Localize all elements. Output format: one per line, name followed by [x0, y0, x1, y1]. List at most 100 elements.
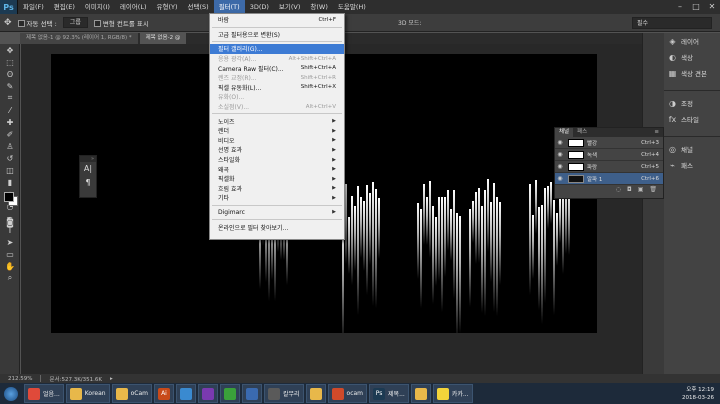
taskbar-button[interactable]: 카카...	[432, 384, 473, 403]
menu-item[interactable]: 편집(E)	[49, 0, 80, 14]
filter-menu-item[interactable]: 필터 갤러리(G)...	[210, 44, 344, 54]
document-tab-active[interactable]: 제목 없음-2 @	[139, 33, 187, 44]
taskbar-button[interactable]: 칼무리	[263, 384, 304, 403]
lasso-tool-icon[interactable]: ʘ	[0, 68, 20, 80]
filter-menu-item[interactable]: 선명 효과 ▶	[210, 145, 344, 155]
taskbar-button[interactable]	[175, 384, 196, 403]
system-clock[interactable]: 오후 12:19 2018-03-26	[682, 386, 720, 402]
close-button[interactable]: ✕	[704, 0, 720, 14]
filter-menu-item[interactable]: 바람 Ctrl+F	[210, 15, 344, 25]
menu-item[interactable]: 이미지(I)	[80, 0, 115, 14]
taskbar-button[interactable]: Korean	[65, 384, 110, 403]
move-tool-icon[interactable]: ✥	[4, 18, 12, 28]
zoom-level[interactable]: 212.59%	[8, 376, 32, 382]
shape-tool-icon[interactable]: ▭	[0, 248, 20, 260]
filter-menu-item[interactable]: 왜곡 ▶	[210, 164, 344, 174]
gradient-tool-icon[interactable]: ▮	[0, 176, 20, 188]
taskbar-button[interactable]: 얼음...	[24, 384, 64, 403]
panel-item[interactable]: ◎ 채널	[664, 141, 720, 157]
paragraph-icon[interactable]: ¶	[80, 176, 96, 190]
menu-item[interactable]: 도움말(H)	[333, 0, 371, 14]
move-tool-icon[interactable]: ✥	[0, 44, 20, 56]
filter-menu-item[interactable]: 렌더 ▶	[210, 126, 344, 136]
filter-menu-item[interactable]: Camera Raw 필터(C)... Shift+Ctrl+A	[210, 63, 344, 73]
visibility-eye-icon[interactable]: ◉	[555, 139, 565, 146]
stamp-tool-icon[interactable]: ♙	[0, 140, 20, 152]
tab-paths[interactable]: 패스	[573, 128, 591, 137]
filter-menu-item[interactable]: 픽셀 유동화(L)... Shift+Ctrl+X	[210, 83, 344, 93]
filter-menu-item[interactable]: 온라인으로 필터 찾아보기...	[210, 222, 344, 232]
healing-tool-icon[interactable]: ✚	[0, 116, 20, 128]
channel-row[interactable]: ◉ 알파 1 Ctrl+6	[555, 173, 663, 185]
delete-channel-icon[interactable]: 🗑	[649, 185, 657, 194]
filter-menu-item[interactable]: 비디오 ▶	[210, 136, 344, 146]
quick-select-tool-icon[interactable]: ✎	[0, 80, 20, 92]
eraser-tool-icon[interactable]: ◫	[0, 164, 20, 176]
taskbar-button[interactable]: oCam	[111, 384, 152, 403]
taskbar-button[interactable]	[241, 384, 262, 403]
eyedropper-tool-icon[interactable]: ⁄	[0, 104, 20, 116]
taskbar-button[interactable]: Ps 제목...	[369, 384, 409, 403]
menu-item[interactable]: 필터(T)	[213, 0, 245, 14]
minimize-button[interactable]: –	[672, 0, 688, 14]
visibility-eye-icon[interactable]: ◉	[555, 151, 565, 158]
character-icon[interactable]: A|	[80, 162, 96, 176]
filter-menu-item[interactable]: 픽셀화 ▶	[210, 174, 344, 184]
menu-item[interactable]: 파일(F)	[18, 0, 49, 14]
channel-row[interactable]: ◉ 파랑 Ctrl+5	[555, 161, 663, 173]
auto-select-checkbox[interactable]	[17, 20, 25, 27]
taskbar-button[interactable]	[410, 384, 431, 403]
zoom-tool-icon[interactable]: ⌕	[0, 272, 20, 284]
taskbar-button[interactable]	[197, 384, 218, 403]
transform-controls-checkbox[interactable]	[93, 20, 101, 27]
maximize-button[interactable]: □	[688, 0, 704, 14]
load-selection-icon[interactable]: ◌	[616, 185, 621, 194]
menu-item[interactable]: 3D(D)	[245, 0, 274, 14]
auto-select-dropdown[interactable]: 그룹	[62, 17, 88, 28]
menu-item[interactable]: 레이어(L)	[115, 0, 152, 14]
taskbar-button[interactable]	[305, 384, 326, 403]
wind-streak	[481, 206, 483, 313]
taskbar-button[interactable]: Ai	[153, 384, 174, 403]
panel-item[interactable]: fx 스타일	[664, 111, 720, 127]
filter-menu-item[interactable]: 노이즈 ▶	[210, 116, 344, 126]
wind-streak	[363, 200, 365, 271]
taskbar-button[interactable]: ocam	[327, 384, 368, 403]
new-channel-icon[interactable]: ▣	[638, 185, 644, 194]
channel-row[interactable]: ◉ 녹색 Ctrl+4	[555, 149, 663, 161]
visibility-eye-icon[interactable]: ◉	[555, 163, 565, 170]
foreground-color-swatch[interactable]	[4, 192, 14, 202]
filter-menu-item[interactable]: Digimarc ▶	[210, 208, 344, 218]
hand-tool-icon[interactable]: ✋	[0, 260, 20, 272]
filter-menu-item[interactable]: 기타 ▶	[210, 193, 344, 203]
panel-menu-icon[interactable]: ≡	[650, 128, 663, 137]
status-arrow-icon[interactable]: ▸	[110, 376, 113, 382]
panel-item[interactable]: ▦ 색상 견본	[664, 65, 720, 81]
panel-item[interactable]: ⌁ 패스	[664, 157, 720, 173]
crop-tool-icon[interactable]: ⌗	[0, 92, 20, 104]
taskbar-button[interactable]	[219, 384, 240, 403]
workspace-dropdown[interactable]: 필수	[632, 17, 712, 29]
start-button[interactable]	[0, 383, 22, 404]
document-tab[interactable]: 제목 없음-1 @ 92.3% (레이어 1, RGB/8) *	[20, 33, 138, 44]
quick-mask-icon[interactable]: ◙	[0, 216, 20, 228]
menu-item[interactable]: 선택(S)	[183, 0, 214, 14]
marquee-tool-icon[interactable]: ⬚	[0, 56, 20, 68]
history-brush-icon[interactable]: ↺	[0, 152, 20, 164]
filter-menu-item[interactable]: 고급 필터용으로 변환(S)	[210, 30, 344, 40]
filter-menu-item[interactable]: 흐림 효과 ▶	[210, 184, 344, 194]
tab-channels[interactable]: 채널	[555, 128, 574, 137]
menu-item[interactable]: 창(W)	[305, 0, 332, 14]
menu-item[interactable]: 유형(Y)	[152, 0, 183, 14]
channel-row[interactable]: ◉ 빨강 Ctrl+3	[555, 137, 663, 149]
visibility-eye-icon[interactable]: ◉	[555, 175, 565, 182]
wind-streak	[450, 208, 452, 261]
panel-item[interactable]: ◑ 조정	[664, 95, 720, 111]
path-select-tool-icon[interactable]: ➤	[0, 236, 20, 248]
filter-menu-item[interactable]: 스타일화 ▶	[210, 155, 344, 165]
panel-item[interactable]: ◈ 레이어	[664, 33, 720, 49]
menu-item[interactable]: 보기(V)	[274, 0, 305, 14]
save-selection-icon[interactable]: ◘	[627, 185, 632, 194]
panel-item[interactable]: ◐ 색상	[664, 49, 720, 65]
brush-tool-icon[interactable]: ✐	[0, 128, 20, 140]
